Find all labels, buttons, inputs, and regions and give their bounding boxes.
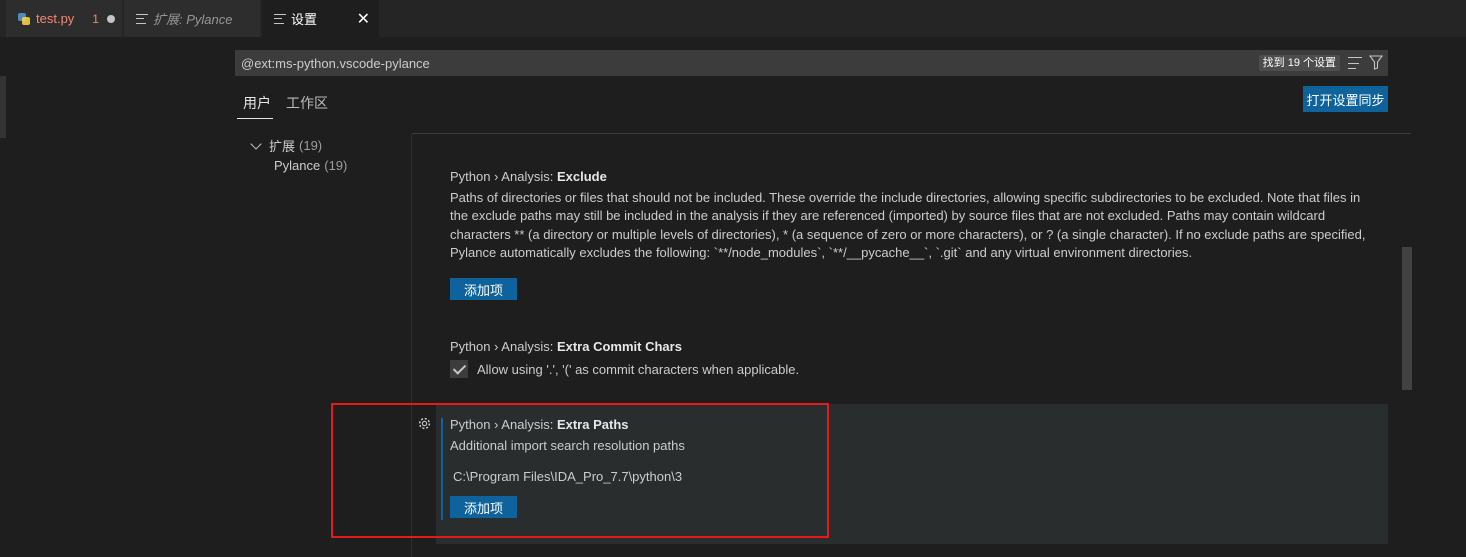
setting-name: Exclude (556, 169, 607, 184)
toc-item-pylance[interactable]: Pylance (19) (274, 158, 347, 173)
tab-test-py[interactable]: test.py 1 (6, 0, 123, 37)
setting-title: Python › Analysis: Exclude (450, 168, 1370, 186)
setting-category: Python › Analysis: (450, 339, 557, 354)
result-count-badge: 找到 19 个设置 (1258, 55, 1340, 71)
setting-description: Paths of directories or files that shoul… (450, 190, 1366, 260)
tab-user[interactable]: 用户 (243, 93, 271, 113)
search-query: @ext:ms-python.vscode-pylance (241, 55, 430, 71)
check-icon (452, 360, 466, 375)
clear-filter-icon[interactable] (1348, 57, 1362, 69)
header-divider (412, 133, 1411, 134)
tab-settings[interactable]: 设置 ✕ (262, 0, 380, 37)
chevron-down-icon (250, 137, 262, 150)
checkbox-label: Allow using '.', '(' as commit character… (477, 361, 800, 377)
tab-label: 扩展: Pylance (153, 12, 233, 27)
setting-category: Python › Analysis: (450, 169, 557, 184)
toc-label: 扩展 (269, 139, 296, 154)
filter-icon[interactable] (1368, 55, 1384, 73)
activity-gutter (0, 76, 6, 138)
tab-label: 设置 (291, 12, 318, 27)
problems-count: 1 (92, 11, 99, 26)
close-icon[interactable]: ✕ (357, 9, 370, 29)
setting-extra-commit-chars: Python › Analysis: Extra Commit Chars Al… (450, 338, 1370, 378)
highlight-annotation-box (331, 403, 829, 538)
settings-editor-icon (274, 13, 286, 25)
toc-count: (19) (299, 138, 323, 153)
tab-workspace[interactable]: 工作区 (286, 93, 328, 113)
setting-name: Extra Commit Chars (556, 339, 682, 354)
setting-exclude: Python › Analysis: Exclude Paths of dire… (450, 168, 1370, 300)
toc-label: Pylance (274, 158, 321, 173)
toc-item-extensions[interactable]: 扩展 (19) (250, 136, 322, 155)
toc-count: (19) (324, 158, 348, 173)
add-item-button[interactable]: 添加项 (450, 278, 517, 300)
commit-chars-checkbox[interactable] (450, 360, 468, 378)
checkbox-row: Allow using '.', '(' as commit character… (450, 360, 1370, 378)
tab-label: test.py (36, 11, 75, 26)
active-tab-underline (237, 118, 273, 119)
setting-title: Python › Analysis: Extra Commit Chars (450, 338, 1370, 356)
extension-preview-icon (136, 13, 148, 25)
python-file-icon (18, 12, 30, 25)
settings-search-input[interactable]: @ext:ms-python.vscode-pylance 找到 19 个设置 (235, 50, 1388, 76)
tab-extension-pylance[interactable]: 扩展: Pylance (124, 0, 261, 37)
settings-sync-button[interactable]: 打开设置同步 (1303, 86, 1388, 112)
unsaved-dot-icon[interactable] (106, 14, 115, 23)
editor-tab-bar: test.py 1 扩展: Pylance 设置 ✕ (0, 0, 1466, 37)
scrollbar-thumb[interactable] (1402, 247, 1412, 390)
